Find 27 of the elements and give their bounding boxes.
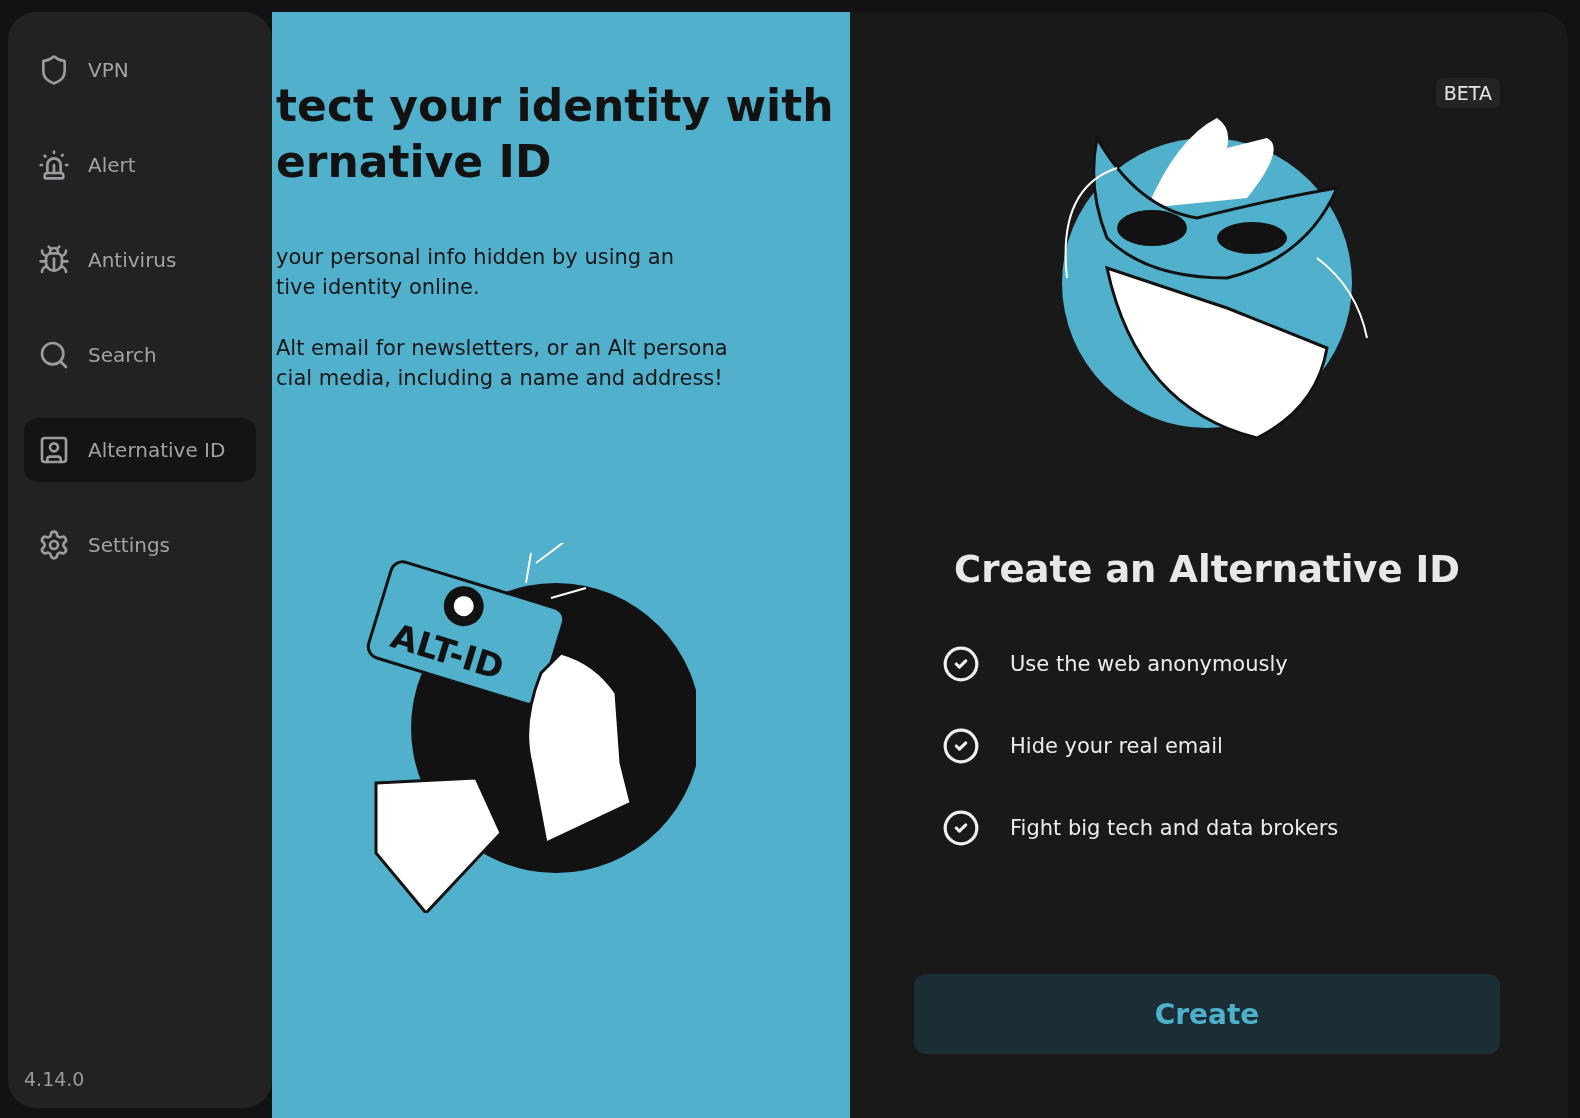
sidebar-item-icon <box>38 339 70 371</box>
version-label: 4.14.0 <box>24 1068 86 1090</box>
intro-heading: ernative ID <box>276 135 553 189</box>
sidebar-item[interactable]: Alert <box>24 133 256 197</box>
check-circle-icon <box>942 727 980 765</box>
sidebar-item[interactable]: Alternative ID <box>24 418 256 482</box>
sidebar-item-icon <box>38 529 70 561</box>
sidebar-item-icon <box>38 434 70 466</box>
check-circle-icon <box>942 809 980 847</box>
create-button[interactable]: Create <box>914 974 1500 1054</box>
feature-text: Use the web anonymously <box>1010 652 1288 676</box>
sidebar-item[interactable]: Antivirus <box>24 228 256 292</box>
beta-badge: BETA <box>1435 78 1500 108</box>
sidebar-item-icon <box>38 149 70 181</box>
feature-text: Hide your real email <box>1010 734 1223 758</box>
feature-text: Fight big tech and data brokers <box>1010 816 1339 840</box>
check-circle-icon <box>942 645 980 683</box>
intro-text: your personal info hidden by using an <box>276 244 676 271</box>
sidebar-item-icon <box>38 244 70 276</box>
sidebar-item[interactable]: Settings <box>24 513 256 577</box>
intro-text: cial media, including a name and address! <box>276 365 724 392</box>
sidebar-item[interactable]: Search <box>24 323 256 387</box>
sidebar-item[interactable]: VPN <box>24 38 256 102</box>
intro-text: Alt email for newsletters, or an Alt persona <box>276 335 729 362</box>
panel-title: Create an Alternative ID <box>954 548 1460 591</box>
intro-text: tive identity online. <box>276 274 481 301</box>
intro-heading: tect your identity with <box>276 79 835 133</box>
